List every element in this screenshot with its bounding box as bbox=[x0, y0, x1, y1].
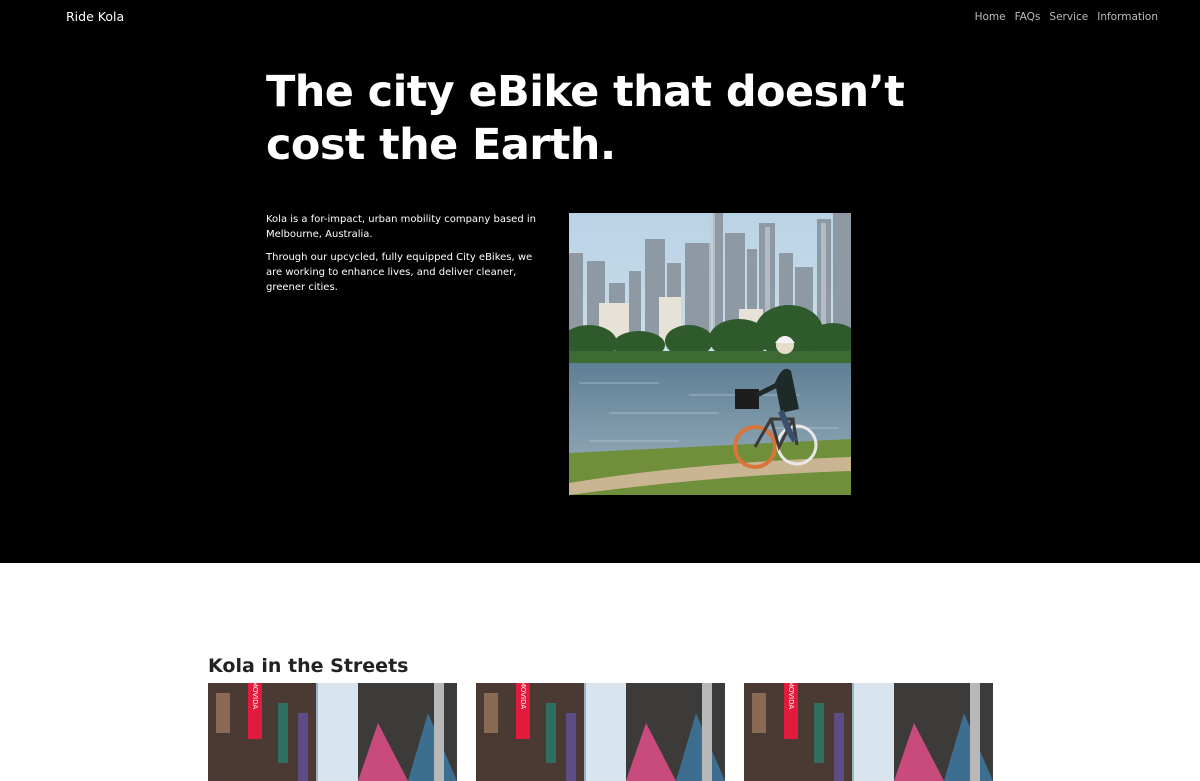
hero-paragraph-2: Through our upcycled, fully equipped Cit… bbox=[266, 252, 533, 293]
street-photo-1[interactable]: MOVIDA bbox=[208, 683, 457, 781]
hero-title: The city eBike that doesn’t cost the Ear… bbox=[266, 67, 905, 170]
hero-cyclist-photo bbox=[569, 213, 851, 495]
street-sign-2: MOVIDA bbox=[519, 683, 527, 709]
nav-link-information[interactable]: Information bbox=[1097, 9, 1158, 25]
street-photo-2[interactable]: MOVIDA bbox=[476, 683, 725, 781]
main-nav: Home FAQs Service Information bbox=[975, 9, 1158, 25]
street-sign-1: MOVIDA bbox=[251, 683, 259, 709]
streets-section-title: Kola in the Streets bbox=[208, 655, 409, 677]
street-photo-3[interactable]: MOVIDA bbox=[744, 683, 993, 781]
hero-paragraph-1: Kola is a for-impact, urban mobility com… bbox=[266, 214, 536, 240]
nav-link-home[interactable]: Home bbox=[975, 9, 1006, 25]
nav-link-faqs[interactable]: FAQs bbox=[1015, 9, 1041, 25]
nav-link-service[interactable]: Service bbox=[1049, 9, 1088, 25]
hero-intro: Kola is a for-impact, urban mobility com… bbox=[266, 212, 551, 303]
brand-logo[interactable]: Ride Kola bbox=[66, 8, 124, 26]
street-sign-3: MOVIDA bbox=[787, 683, 795, 709]
hero-section: Ride Kola Home FAQs Service Information … bbox=[0, 0, 1200, 563]
